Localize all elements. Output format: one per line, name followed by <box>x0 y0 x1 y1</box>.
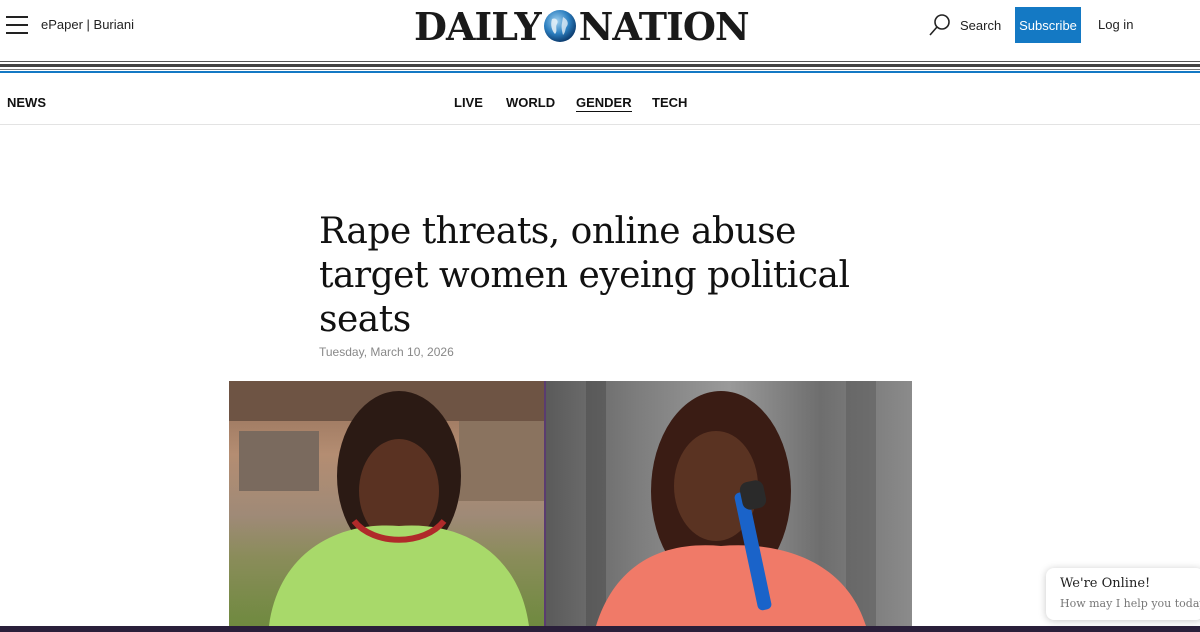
nav-section-news[interactable]: NEWS <box>7 95 46 110</box>
site-logo[interactable]: DAILY NATION <box>414 3 750 49</box>
nav-item-tech[interactable]: TECH <box>652 95 687 110</box>
article-image-right-portrait <box>546 381 912 626</box>
menu-icon[interactable] <box>6 16 28 34</box>
chat-subtitle: How may I help you today? <box>1060 597 1200 610</box>
header-rule <box>0 69 1200 70</box>
live-chat-widget[interactable]: We're Online! How may I help you today? <box>1046 568 1200 620</box>
top-bar: ePaper | Buriani DAILY NATION Search Sub… <box>0 0 1200 60</box>
nav-item-gender[interactable]: GENDER <box>576 95 632 112</box>
header-rule <box>0 61 1200 62</box>
search-button[interactable]: Search <box>928 13 1001 37</box>
epaper-link[interactable]: ePaper | Buriani <box>41 17 134 32</box>
article-image <box>229 381 912 626</box>
bottom-strip <box>0 626 1200 632</box>
portrait-illustration <box>586 381 876 626</box>
header-rule <box>0 64 1200 67</box>
header-accent-rule <box>0 71 1200 73</box>
globe-icon <box>543 10 576 42</box>
article-headline: Rape threats, online abuse target women … <box>319 211 850 340</box>
nav-item-live[interactable]: LIVE <box>454 95 483 110</box>
logo-left-text: DAILY <box>414 3 542 49</box>
search-label: Search <box>960 17 1002 33</box>
article-image-left-portrait <box>229 381 544 626</box>
subscribe-button[interactable]: Subscribe <box>1015 7 1081 43</box>
section-nav: NEWS LIVE WORLD GENDER TECH <box>0 74 1200 125</box>
portrait-illustration <box>229 381 544 626</box>
article-date: Tuesday, March 10, 2026 <box>319 345 454 359</box>
search-icon <box>929 14 950 36</box>
logo-right-text: NATION <box>578 3 750 49</box>
login-link[interactable]: Log in <box>1098 17 1133 32</box>
nav-item-world[interactable]: WORLD <box>506 95 555 110</box>
chat-title: We're Online! <box>1060 576 1151 591</box>
